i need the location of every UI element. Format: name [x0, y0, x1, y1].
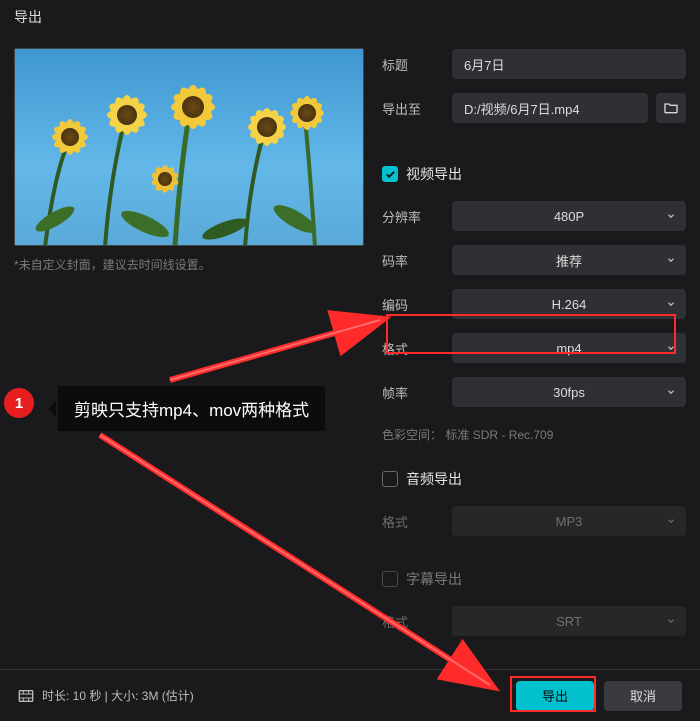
subtitle-export-checkbox: [382, 571, 398, 587]
resolution-select[interactable]: 480P: [452, 201, 686, 231]
browse-folder-button[interactable]: [656, 93, 686, 123]
row-codec: 编码 H.264: [382, 288, 686, 320]
right-column: 标题 6月7日 导出至 D:/视频/6月7日.mp4: [382, 48, 686, 669]
label-codec: 编码: [382, 295, 452, 314]
folder-icon: [663, 100, 679, 116]
audio-export-checkbox[interactable]: [382, 471, 398, 487]
section-video: 视频导出: [382, 164, 686, 184]
cover-hint: *未自定义封面，建议去时间线设置。: [14, 256, 364, 273]
row-format: 格式 mp4: [382, 332, 686, 364]
footer-meta: 时长: 10 秒 | 大小: 3M (估计): [18, 687, 506, 704]
window-title: 导出: [14, 7, 42, 27]
chevron-down-icon: [666, 299, 676, 309]
label-exportto: 导出至: [382, 99, 452, 118]
row-audio-format: 格式 MP3: [382, 505, 686, 537]
dialog-footer: 时长: 10 秒 | 大小: 3M (估计) 导出 取消: [0, 669, 700, 721]
cancel-button[interactable]: 取消: [604, 681, 682, 711]
label-subtitle-format: 格式: [382, 612, 452, 631]
row-subtitle-format: 格式 SRT: [382, 605, 686, 637]
check-icon: [385, 169, 396, 180]
annotation-number-1: 1: [4, 388, 34, 418]
chevron-down-icon: [666, 387, 676, 397]
label-title: 标题: [382, 55, 452, 74]
subtitle-format-select: SRT: [452, 606, 686, 636]
chevron-down-icon: [666, 255, 676, 265]
colorspace-info: 色彩空间： 标准 SDR - Rec.709: [382, 426, 686, 443]
chevron-down-icon: [666, 616, 676, 626]
titlebar: 导出: [0, 0, 700, 34]
row-exportto: 导出至 D:/视频/6月7日.mp4: [382, 92, 686, 124]
exportto-input[interactable]: D:/视频/6月7日.mp4: [452, 93, 648, 123]
chevron-down-icon: [666, 516, 676, 526]
export-button[interactable]: 导出: [516, 681, 594, 711]
preview-image: [15, 49, 364, 246]
dialog-content: *未自定义封面，建议去时间线设置。 标题 6月7日 导出至 D:/视频/6月7日…: [0, 34, 700, 669]
label-bitrate: 码率: [382, 251, 452, 270]
film-icon: [18, 689, 34, 703]
fps-select[interactable]: 30fps: [452, 377, 686, 407]
section-audio: 音频导出: [382, 469, 686, 489]
bitrate-select[interactable]: 推荐: [452, 245, 686, 275]
chevron-down-icon: [666, 211, 676, 221]
row-title: 标题 6月7日: [382, 48, 686, 80]
video-preview[interactable]: [14, 48, 364, 246]
annotation-text-1: 剪映只支持mp4、mov两种格式: [58, 386, 325, 431]
row-bitrate: 码率 推荐: [382, 244, 686, 276]
label-fps: 帧率: [382, 383, 452, 402]
title-input[interactable]: 6月7日: [452, 49, 686, 79]
audio-format-select: MP3: [452, 506, 686, 536]
row-fps: 帧率 30fps: [382, 376, 686, 408]
row-resolution: 分辨率 480P: [382, 200, 686, 232]
label-format: 格式: [382, 339, 452, 358]
section-subtitle: 字幕导出: [382, 569, 686, 589]
label-audio-format: 格式: [382, 512, 452, 531]
chevron-down-icon: [666, 343, 676, 353]
codec-select[interactable]: H.264: [452, 289, 686, 319]
format-select[interactable]: mp4: [452, 333, 686, 363]
left-column: *未自定义封面，建议去时间线设置。: [14, 48, 364, 669]
video-export-checkbox[interactable]: [382, 166, 398, 182]
export-dialog: 导出: [0, 0, 700, 721]
label-resolution: 分辨率: [382, 207, 452, 226]
